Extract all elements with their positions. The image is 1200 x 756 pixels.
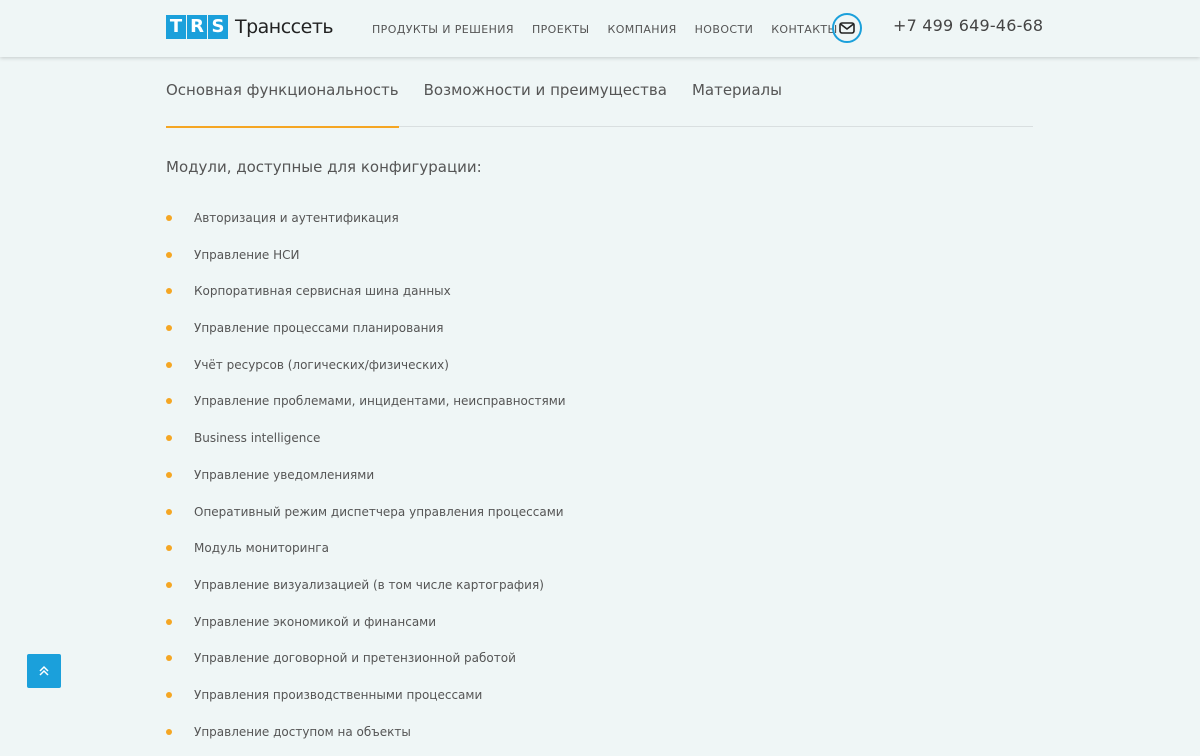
module-label: Оперативный режим диспетчера управления … bbox=[194, 504, 564, 519]
bullet-icon bbox=[166, 361, 172, 368]
module-label: Управление визуализацией (в том числе ка… bbox=[194, 577, 544, 592]
bullet-icon bbox=[166, 581, 172, 588]
list-item: Управление уведомлениями bbox=[166, 463, 566, 500]
list-item: Управление экономикой и финансами bbox=[166, 610, 566, 647]
list-item: Управления производственными процессами bbox=[166, 683, 566, 720]
mail-button[interactable] bbox=[832, 13, 862, 43]
nav-item-projects[interactable]: Проекты bbox=[532, 23, 590, 37]
phone-link[interactable]: +7 499 649-46-68 bbox=[893, 15, 1043, 37]
module-label: Учёт ресурсов (логических/физических) bbox=[194, 357, 449, 372]
list-item: Управление НСИ bbox=[166, 243, 566, 280]
nav-item-company[interactable]: Компания bbox=[608, 23, 677, 37]
main-nav: Продукты и решения Проекты Компания Ново… bbox=[372, 23, 856, 37]
scroll-to-top-button[interactable] bbox=[27, 654, 61, 688]
module-label: Модуль мониторинга bbox=[194, 541, 329, 556]
bullet-icon bbox=[166, 288, 172, 295]
tab-bar: Основная функциональность Возможности и … bbox=[166, 57, 1033, 128]
list-item: Оперативный режим диспетчера управления … bbox=[166, 500, 566, 537]
bullet-icon bbox=[166, 545, 172, 552]
module-label: Управление экономикой и финансами bbox=[194, 614, 437, 629]
section-title: Модули, доступные для конфигурации: bbox=[166, 158, 482, 176]
nav-item-news[interactable]: Новости bbox=[695, 23, 754, 37]
module-label: Авторизация и аутентификация bbox=[194, 211, 399, 225]
bullet-icon bbox=[166, 691, 172, 698]
list-item: Корпоративная сервисная шина данных bbox=[166, 279, 566, 316]
module-label: Business intelligence bbox=[194, 431, 321, 446]
tab-features-advantages[interactable]: Возможности и преимущества bbox=[424, 57, 667, 127]
bullet-icon bbox=[166, 215, 172, 221]
module-label: Управление доступом на объекты bbox=[194, 724, 411, 739]
bullet-icon bbox=[166, 471, 172, 478]
tab-materials[interactable]: Материалы bbox=[692, 57, 782, 127]
list-item: Business intelligence bbox=[166, 426, 566, 463]
logo[interactable]: T R S Транссеть bbox=[166, 15, 334, 39]
bullet-icon bbox=[166, 325, 172, 332]
modules-list: Авторизация и аутентификация Управление … bbox=[166, 206, 566, 756]
module-label: Управление проблемами, инцидентами, неис… bbox=[194, 394, 566, 409]
bullet-icon bbox=[166, 618, 172, 625]
list-item: Управление процессами планирования bbox=[166, 316, 566, 353]
bullet-icon bbox=[166, 398, 172, 405]
tab-main-functionality[interactable]: Основная функциональность bbox=[166, 57, 399, 128]
list-item: Управление договорной и претензионной ра… bbox=[166, 646, 566, 683]
list-item: Управление визуализацией (в том числе ка… bbox=[166, 573, 566, 610]
logo-letter: T bbox=[166, 15, 186, 39]
brand-name: Транссеть bbox=[235, 16, 334, 38]
nav-item-contacts[interactable]: Контакты bbox=[771, 23, 837, 37]
bullet-icon bbox=[166, 508, 172, 515]
bullet-icon bbox=[166, 251, 172, 258]
list-item: Учёт ресурсов (логических/физических) bbox=[166, 353, 566, 390]
list-item: Управление доступом на объекты bbox=[166, 720, 566, 756]
list-item: Управление проблемами, инцидентами, неис… bbox=[166, 389, 566, 426]
bullet-icon bbox=[166, 655, 172, 662]
site-header: T R S Транссеть Продукты и решения Проек… bbox=[0, 0, 1200, 57]
bullet-icon bbox=[166, 728, 172, 735]
module-label: Управления производственными процессами bbox=[194, 687, 483, 702]
bullet-icon bbox=[166, 435, 172, 442]
logo-letter: S bbox=[208, 15, 228, 39]
double-chevron-up-icon bbox=[39, 665, 49, 676]
module-label: Корпоративная сервисная шина данных bbox=[194, 284, 451, 299]
envelope-icon bbox=[839, 22, 855, 34]
module-label: Управление НСИ bbox=[194, 247, 300, 262]
module-label: Управление уведомлениями bbox=[194, 467, 375, 482]
module-label: Управление процессами планирования bbox=[194, 321, 444, 336]
module-label: Управление договорной и претензионной ра… bbox=[194, 651, 516, 666]
list-item: Модуль мониторинга bbox=[166, 536, 566, 573]
nav-item-products[interactable]: Продукты и решения bbox=[372, 23, 514, 37]
list-item: Авторизация и аутентификация bbox=[166, 206, 566, 243]
logo-letter: R bbox=[187, 15, 207, 39]
